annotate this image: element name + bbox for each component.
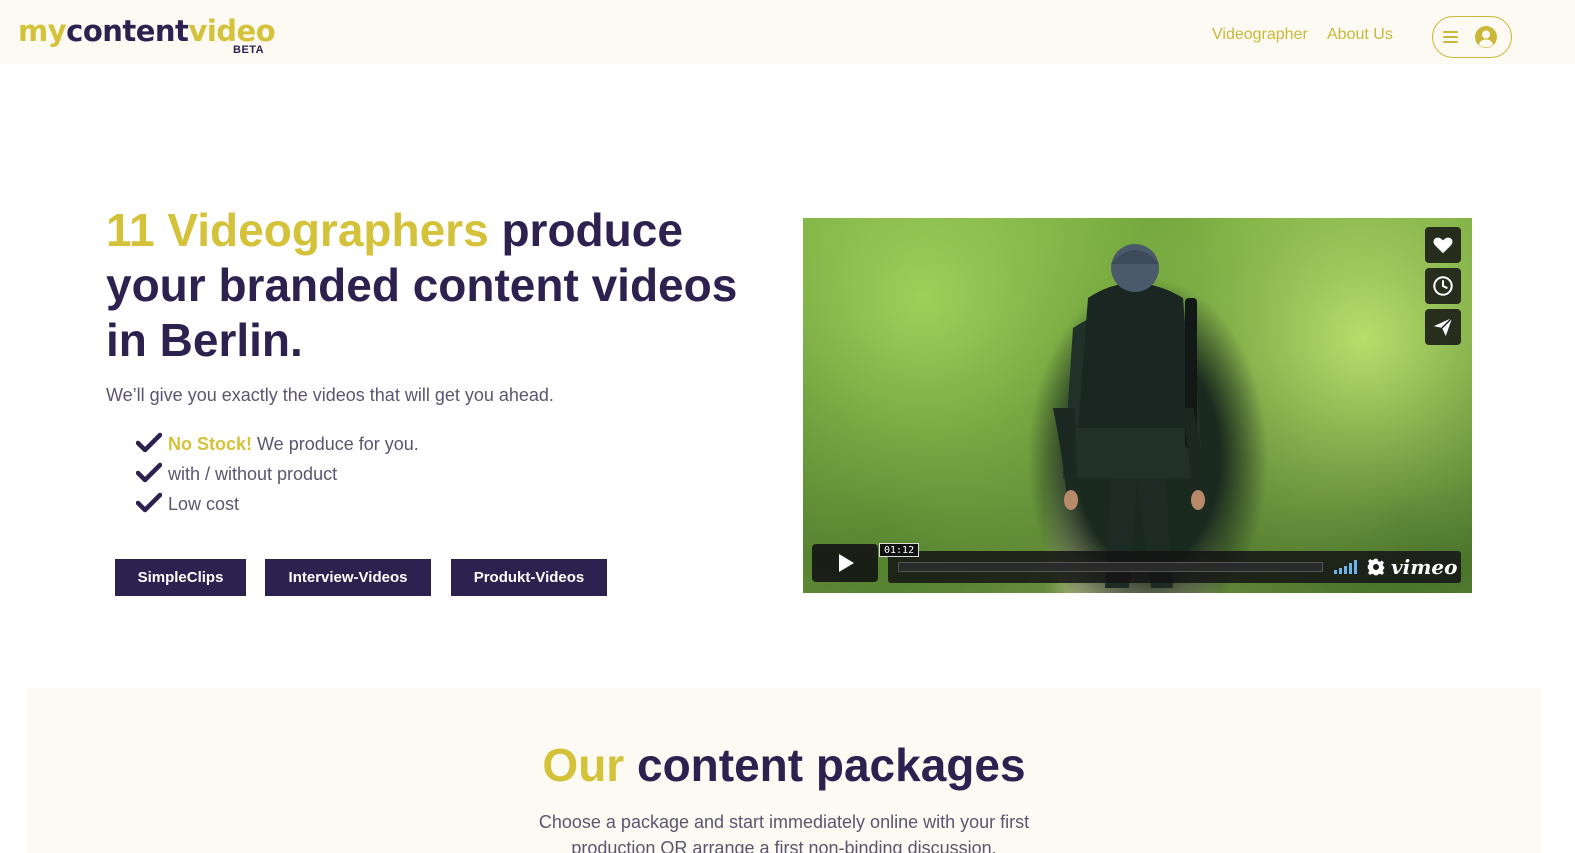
logo-part-my: my — [18, 14, 67, 48]
hero-subtitle: We’ll give you exactly the videos that w… — [106, 385, 554, 405]
checkmark-icon — [136, 432, 162, 453]
packages-title: Our content packages — [26, 738, 1542, 792]
site-header: mycontentvideo BETA Videographer About U… — [0, 0, 1575, 64]
list-item: with / without product — [136, 460, 419, 490]
settings-gear-icon[interactable] — [1367, 558, 1385, 576]
hero-title-accent: 11 Videographers — [106, 204, 489, 256]
site-logo[interactable]: mycontentvideo — [18, 14, 276, 48]
clock-icon — [1433, 276, 1453, 296]
share-button[interactable] — [1425, 309, 1461, 345]
checkmark-icon — [136, 492, 162, 513]
nav-about-us-link[interactable]: About Us — [1327, 26, 1393, 44]
check-text: We produce for you. — [252, 434, 419, 454]
video-progress-bar[interactable] — [898, 562, 1323, 572]
video-thumbnail-hiker — [1053, 244, 1205, 588]
vimeo-logo[interactable]: vimeo — [1391, 555, 1457, 579]
volume-icon[interactable] — [1334, 560, 1358, 574]
video-controls-bar: vimeo — [888, 551, 1461, 583]
logo-part-video: video — [188, 14, 276, 48]
like-button[interactable] — [1425, 227, 1461, 263]
hero-title: 11 Videographers produce your branded co… — [106, 203, 786, 368]
logo-part-content: content — [66, 14, 189, 48]
content-packages-section: Our content packages Choose a package an… — [26, 688, 1542, 853]
account-menu-button[interactable] — [1432, 16, 1512, 58]
simpleclips-button[interactable]: SimpleClips — [115, 559, 246, 596]
user-circle-icon — [1475, 26, 1497, 48]
paper-plane-icon — [1433, 317, 1453, 337]
check-text: with / without product — [168, 464, 338, 484]
play-button[interactable] — [812, 544, 878, 582]
list-item: Low cost — [136, 490, 419, 520]
produkt-videos-button[interactable]: Produkt-Videos — [451, 559, 607, 596]
video-player[interactable]: vimeo 01:12 — [803, 218, 1472, 593]
packages-title-rest: content packages — [624, 739, 1026, 791]
nav-videographer-link[interactable]: Videographer — [1212, 26, 1308, 44]
packages-title-accent: Our — [542, 739, 625, 791]
checkmark-icon — [136, 462, 162, 483]
watch-later-button[interactable] — [1425, 268, 1461, 304]
play-icon — [839, 554, 854, 572]
heart-icon — [1433, 237, 1453, 254]
check-highlight: No Stock! — [168, 434, 253, 454]
feature-checklist: No Stock! We produce for you. with / wit… — [136, 430, 419, 520]
check-text: Low cost — [168, 494, 240, 514]
interview-videos-button[interactable]: Interview-Videos — [265, 559, 431, 596]
video-time-badge: 01:12 — [879, 543, 920, 557]
hamburger-icon — [1443, 31, 1458, 43]
beta-badge: BETA — [233, 44, 265, 56]
list-item: No Stock! We produce for you. — [136, 430, 419, 460]
packages-description: Choose a package and start immediately o… — [538, 812, 1030, 853]
